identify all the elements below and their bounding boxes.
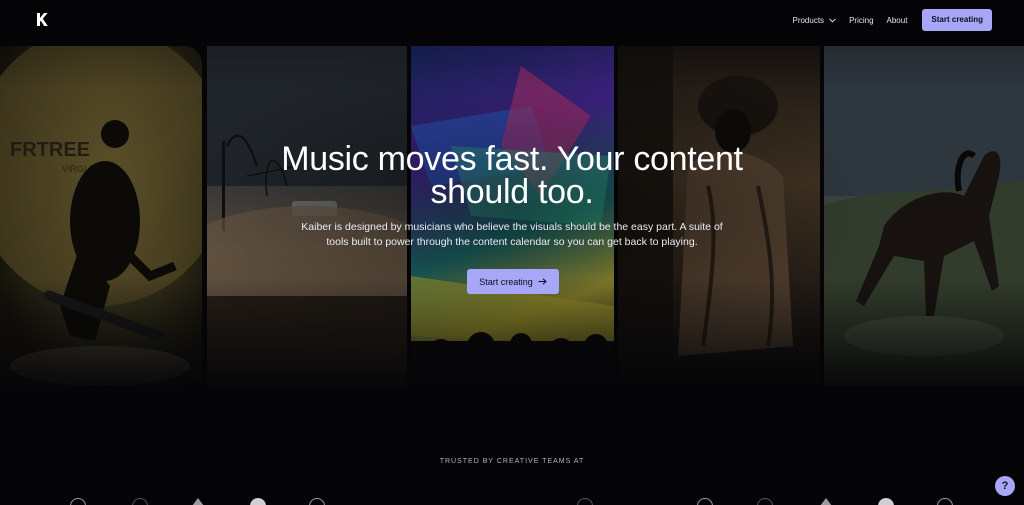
partner-logo-icon (250, 498, 266, 505)
partner-logo-icon (697, 498, 713, 505)
landing-page: FRTREE VIRGI ERE (0, 0, 1024, 505)
trusted-by-label: TRUSTED BY CREATIVE TEAMS AT (439, 458, 585, 465)
partner-logo-icon (878, 498, 894, 505)
partner-logo-icon (132, 498, 148, 505)
partner-logo-icon (577, 498, 593, 505)
nav-item-pricing-label: Pricing (849, 15, 874, 25)
chevron-down-icon (829, 17, 836, 23)
nav-start-creating-button[interactable]: Start creating (922, 9, 992, 31)
nav-item-products-label: Products (792, 15, 825, 25)
hero-gradient-overlay (0, 0, 1024, 505)
partner-logo-icon (937, 498, 953, 505)
nav-links: Products Pricing About Start creating (792, 9, 992, 31)
arrow-right-icon (538, 278, 547, 285)
partner-logo-icon (192, 498, 204, 505)
partner-logo-icon (309, 498, 325, 505)
top-navigation: Products Pricing About Start creating (0, 0, 1024, 40)
nav-item-about[interactable]: About (887, 16, 908, 25)
partner-logo-icon (757, 498, 773, 505)
help-button[interactable]: ? (995, 476, 1015, 496)
hero-subheadline: Kaiber is designed by musicians who beli… (301, 221, 723, 248)
nav-item-about-label: About (886, 15, 908, 25)
nav-item-pricing[interactable]: Pricing (849, 16, 873, 25)
hero-start-creating-button[interactable]: Start creating (467, 269, 559, 294)
partner-logo-icon (70, 498, 86, 505)
kaiber-k-logo-icon[interactable] (36, 13, 48, 26)
hero-headline: Music moves fast. Your content should to… (281, 140, 743, 211)
partner-logo-icon (820, 498, 832, 505)
partner-logos-row (0, 498, 1024, 505)
hero-cta-label: Start creating (479, 276, 533, 287)
nav-item-products[interactable]: Products (792, 16, 836, 25)
